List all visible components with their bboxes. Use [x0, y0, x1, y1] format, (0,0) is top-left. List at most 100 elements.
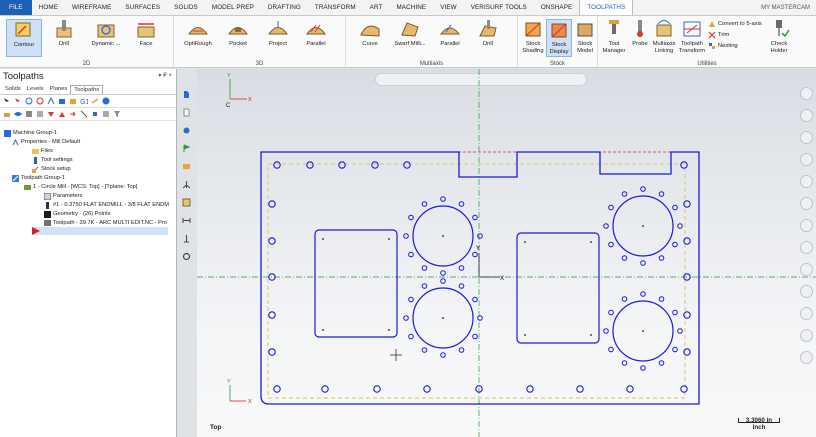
- trim-button[interactable]: Trim: [708, 31, 729, 39]
- dynamic-button[interactable]: Dynamic ...: [86, 19, 126, 57]
- align-icon[interactable]: [182, 234, 191, 243]
- lock-icon[interactable]: [3, 110, 11, 118]
- toolpath-transform-button[interactable]: Toolpath Transform: [678, 19, 706, 57]
- toggle-post-icon[interactable]: [25, 110, 33, 118]
- swarf-milling-button[interactable]: Swarf Milli...: [390, 19, 430, 57]
- tree-node-tool-settings[interactable]: Tool settings: [32, 156, 73, 164]
- regenerate-icon[interactable]: [25, 97, 33, 105]
- contour-button[interactable]: Contour: [6, 19, 42, 57]
- dimension-icon[interactable]: [182, 216, 191, 225]
- convert-5axis-button[interactable]: Convert to 5-axis: [708, 20, 762, 28]
- tab-toolpaths[interactable]: Toolpaths: [70, 85, 104, 94]
- section-view-icon[interactable]: [800, 351, 813, 364]
- menu-wireframe[interactable]: WIREFRAME: [65, 0, 118, 15]
- panel-pin-controls[interactable]: ▾ ₽ ×: [158, 72, 172, 79]
- scroll-icon[interactable]: [80, 110, 88, 118]
- post-icon[interactable]: G1: [80, 97, 88, 105]
- view-iso-icon[interactable]: [800, 241, 813, 254]
- insert-arrow-row[interactable]: [32, 227, 168, 235]
- tree-node-circle-mill[interactable]: 1 - Circle Mill - [WCS: Top] - [Tplane: …: [24, 183, 137, 191]
- tree-node-geometry[interactable]: Geometry - (26) Points: [44, 210, 111, 218]
- view-right-icon[interactable]: [800, 219, 813, 232]
- drill-button[interactable]: Drill: [46, 19, 82, 57]
- menu-home[interactable]: HOME: [32, 0, 65, 15]
- check-holder-button[interactable]: Check Holder: [764, 19, 794, 57]
- regenerate-dirty-icon[interactable]: [36, 97, 44, 105]
- curve-button[interactable]: Curve: [352, 19, 388, 57]
- probe-button[interactable]: Probe: [628, 19, 652, 57]
- graphics-viewport[interactable]: Y X C X Y X Y Top 3.3060 in Inch: [197, 69, 816, 437]
- menu-file[interactable]: FILE: [0, 0, 32, 15]
- stock-shading-button[interactable]: Stock Shading: [520, 19, 546, 57]
- view-top-icon[interactable]: [800, 175, 813, 188]
- translucency-icon[interactable]: [800, 329, 813, 342]
- menu-model-prep[interactable]: MODEL PREP: [205, 0, 261, 15]
- tree-node-files[interactable]: Files: [32, 147, 53, 155]
- tree-node-properties[interactable]: Properties - Mill Default: [12, 138, 80, 146]
- drill-multiaxis-button[interactable]: Drill: [470, 19, 506, 57]
- select-failed-icon[interactable]: [14, 97, 22, 105]
- layers-icon[interactable]: [182, 198, 191, 207]
- project-button[interactable]: Project: [260, 19, 296, 57]
- axis-icon[interactable]: [182, 180, 191, 189]
- account-label[interactable]: MY MASTERCAM: [761, 0, 816, 15]
- green-flag-icon[interactable]: [182, 144, 191, 153]
- view-fit-icon[interactable]: [800, 153, 813, 166]
- multiaxis-linking-button[interactable]: Multiaxis Linking: [650, 19, 678, 57]
- wireframe-icon[interactable]: [800, 285, 813, 298]
- menu-transform[interactable]: TRANSFORM: [308, 0, 363, 15]
- filter-icon[interactable]: [113, 110, 121, 118]
- verify-icon[interactable]: [58, 97, 66, 105]
- toggle-display-icon[interactable]: [14, 110, 22, 118]
- select-all-icon[interactable]: [3, 97, 11, 105]
- menu-solids[interactable]: SOLIDS: [167, 0, 205, 15]
- gear-icon[interactable]: [182, 126, 191, 135]
- stock-model-button[interactable]: Stock Model: [572, 19, 598, 57]
- view-orbit-icon[interactable]: [800, 87, 813, 100]
- menu-machine[interactable]: MACHINE: [389, 0, 433, 15]
- tab-levels[interactable]: Levels: [24, 85, 47, 94]
- parallel-multiaxis-button[interactable]: Parallel: [432, 19, 468, 57]
- help-icon[interactable]: [102, 97, 110, 105]
- tree-node-toolpath-file[interactable]: Toolpath - 39.7K - ARC MULTI EDIT.NC - P…: [44, 219, 167, 227]
- menu-drafting[interactable]: DRAFTING: [261, 0, 308, 15]
- shading-icon[interactable]: [800, 263, 813, 276]
- tool-manager-button[interactable]: Tool Manager: [600, 19, 628, 57]
- parallel-3d-button[interactable]: Parallel: [298, 19, 334, 57]
- simulate-icon[interactable]: [69, 97, 77, 105]
- tree-node-stock-setup[interactable]: Stock setup: [32, 165, 71, 173]
- backplot-icon[interactable]: [47, 97, 55, 105]
- refresh-icon[interactable]: [182, 252, 191, 261]
- menu-toolpaths[interactable]: TOOLPATHS: [579, 0, 634, 15]
- menu-surfaces[interactable]: SURFACES: [118, 0, 167, 15]
- toggle-lock-icon[interactable]: [36, 110, 44, 118]
- tab-planes[interactable]: Planes: [47, 85, 71, 94]
- tab-solids[interactable]: Solids: [2, 85, 24, 94]
- insert-arrow-icon[interactable]: [69, 110, 77, 118]
- menu-verisurf-tools[interactable]: VERISURF TOOLS: [464, 0, 534, 15]
- hidden-line-icon[interactable]: [800, 307, 813, 320]
- new-file-icon[interactable]: [182, 90, 191, 99]
- face-button[interactable]: Face: [128, 19, 164, 57]
- menu-view[interactable]: VIEW: [433, 0, 464, 15]
- open-file-icon[interactable]: [182, 108, 191, 117]
- tree-node-tool[interactable]: #1 - 0.3750 FLAT ENDMILL - 3/8 FLAT ENDM: [44, 201, 169, 209]
- lines-icon[interactable]: [102, 110, 110, 118]
- tree-node-machine-group[interactable]: Machine Group-1: [4, 129, 57, 137]
- optirough-button[interactable]: OptiRough: [180, 19, 216, 57]
- single-icon[interactable]: [91, 110, 99, 118]
- nesting-button[interactable]: Nesting: [708, 42, 738, 50]
- move-down-icon[interactable]: [47, 110, 55, 118]
- menu-art[interactable]: ART: [363, 0, 390, 15]
- stock-icon[interactable]: [182, 162, 191, 171]
- move-up-icon[interactable]: [58, 110, 66, 118]
- highfeed-icon[interactable]: [91, 97, 99, 105]
- view-pan-icon[interactable]: [800, 109, 813, 122]
- stock-display-button[interactable]: Stock Display: [546, 19, 572, 57]
- menu-onshape[interactable]: ONSHAPE: [534, 0, 580, 15]
- tree-node-toolpath-group[interactable]: Toolpath Group-1: [12, 174, 65, 182]
- tree-node-parameters[interactable]: Parameters: [44, 192, 82, 200]
- view-front-icon[interactable]: [800, 197, 813, 210]
- view-zoom-icon[interactable]: [800, 131, 813, 144]
- pocket-button[interactable]: Pocket: [220, 19, 256, 57]
